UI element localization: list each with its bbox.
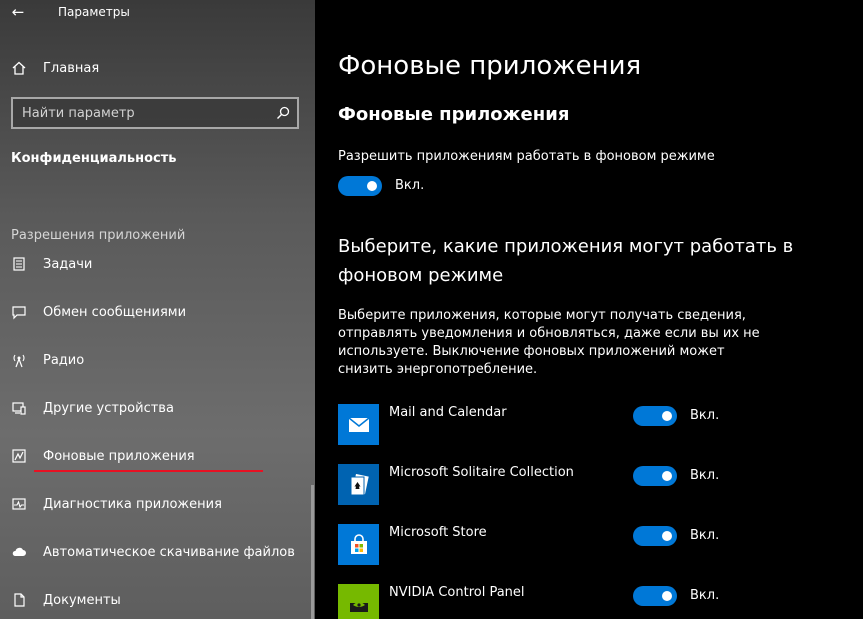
app-toggle-nvidia-control-panel[interactable] xyxy=(633,586,677,606)
sidebar-item-messaging[interactable]: Обмен сообщениями xyxy=(0,297,312,327)
sidebar-item-radio[interactable]: Радио xyxy=(0,345,312,375)
app-name: Mail and Calendar xyxy=(389,405,507,420)
allow-background-state: Вкл. xyxy=(395,178,425,193)
sidebar-item-auto-file-download[interactable]: Автоматическое скачивание файлов xyxy=(0,537,312,567)
allow-background-label: Разрешить приложениям работать в фоновом… xyxy=(338,149,715,164)
search-input[interactable] xyxy=(13,105,253,121)
back-arrow-icon: ← xyxy=(11,3,25,21)
allow-background-toggle[interactable] xyxy=(338,176,382,196)
tasks-icon xyxy=(10,255,28,273)
app-state: Вкл. xyxy=(690,408,720,423)
home-icon xyxy=(10,59,28,77)
sidebar-item-tasks[interactable]: Задачи xyxy=(0,249,312,279)
sidebar-item-label: Автоматическое скачивание файлов xyxy=(43,544,295,560)
sidebar-item-label: Документы xyxy=(43,592,121,608)
devices-icon xyxy=(10,399,28,417)
app-state: Вкл. xyxy=(690,588,720,603)
radio-icon xyxy=(10,351,28,369)
search-icon[interactable] xyxy=(269,99,297,127)
main-content: Фоновые приложения Фоновые приложения Ра… xyxy=(315,0,863,619)
nav-home[interactable]: Главная xyxy=(0,56,315,80)
title-bar: ← Параметры xyxy=(0,0,315,24)
sidebar-item-label: Обмен сообщениями xyxy=(43,304,187,320)
back-button[interactable]: ← xyxy=(0,0,36,24)
cloud-icon xyxy=(10,543,28,561)
sidebar-item-label: Задачи xyxy=(43,256,93,272)
app-name: Microsoft Solitaire Collection xyxy=(389,465,574,480)
sidebar-item-background-apps[interactable]: Фоновые приложения xyxy=(0,441,312,471)
group-label: Разрешения приложений xyxy=(11,228,186,243)
app-row-mail-and-calendar: Mail and Calendar Вкл. xyxy=(338,404,863,446)
app-toggle-microsoft-store[interactable] xyxy=(633,526,677,546)
page-title: Фоновые приложения xyxy=(338,51,642,81)
solitaire-icon xyxy=(338,464,379,505)
window-title: Параметры xyxy=(58,5,130,19)
app-toggle-mail-and-calendar[interactable] xyxy=(633,406,677,426)
choose-apps-heading: Выберите, какие приложения могут работат… xyxy=(338,236,794,286)
sidebar-item-documents[interactable]: Документы xyxy=(0,585,312,615)
search-box[interactable] xyxy=(11,97,299,129)
sidebar-scrollbar[interactable] xyxy=(311,485,314,619)
choose-apps-description: Выберите приложения, которые могут получ… xyxy=(338,308,760,377)
sidebar: ← Параметры Главная Конфиденциальность Р… xyxy=(0,0,315,619)
app-name: NVIDIA Control Panel xyxy=(389,585,525,600)
section-subtitle: Фоновые приложения xyxy=(338,104,570,125)
app-row-nvidia-control-panel: NVIDIA Control Panel Вкл. xyxy=(338,584,863,619)
sidebar-item-other-devices[interactable]: Другие устройства xyxy=(0,393,312,423)
app-name: Microsoft Store xyxy=(389,525,487,540)
document-icon xyxy=(10,591,28,609)
message-icon xyxy=(10,303,28,321)
diagnostics-icon xyxy=(10,495,28,513)
mail-icon xyxy=(338,404,379,445)
app-state: Вкл. xyxy=(690,468,720,483)
app-toggle-solitaire[interactable] xyxy=(633,466,677,486)
nav-home-label: Главная xyxy=(43,60,100,76)
nvidia-icon xyxy=(338,584,379,619)
app-state: Вкл. xyxy=(690,528,720,543)
sidebar-item-label: Другие устройства xyxy=(43,400,174,416)
sidebar-item-app-diagnostics[interactable]: Диагностика приложения xyxy=(0,489,312,519)
store-icon xyxy=(338,524,379,565)
active-item-underline xyxy=(34,470,263,472)
sidebar-item-label: Фоновые приложения xyxy=(43,448,195,464)
section-title: Конфиденциальность xyxy=(11,151,177,166)
app-row-solitaire: Microsoft Solitaire Collection Вкл. xyxy=(338,464,863,506)
app-row-microsoft-store: Microsoft Store Вкл. xyxy=(338,524,863,566)
background-apps-icon xyxy=(10,447,28,465)
sidebar-item-label: Диагностика приложения xyxy=(43,496,222,512)
sidebar-item-label: Радио xyxy=(43,352,85,368)
